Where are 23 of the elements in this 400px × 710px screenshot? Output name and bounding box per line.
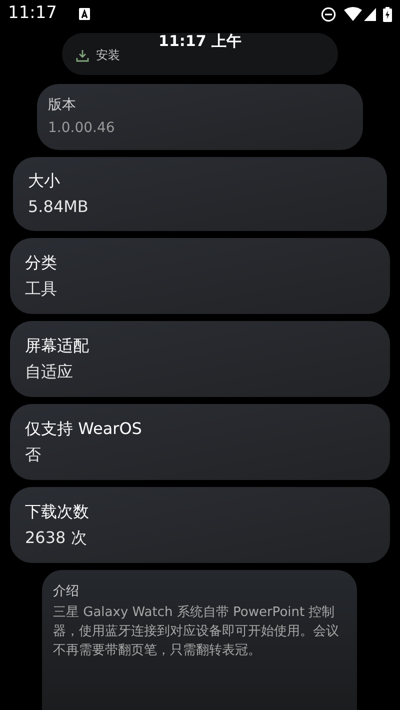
install-button[interactable]: 安装: [76, 46, 120, 64]
signal-icon: [364, 8, 376, 20]
do-not-disturb-icon: [321, 6, 336, 22]
watch-time: 11:17 上午: [158, 31, 242, 52]
download-icon: [76, 48, 89, 62]
info-label: 大小: [28, 170, 61, 192]
battery-icon: [383, 6, 392, 22]
info-value: 1.0.00.46: [48, 119, 116, 138]
notification-icon: [79, 8, 90, 20]
description-label: 介绍: [53, 583, 80, 601]
info-label: 下载次数: [25, 501, 90, 523]
info-label: 屏幕适配: [25, 335, 90, 357]
status-time: 11:17: [8, 2, 57, 26]
description-text: 三星 Galaxy Watch 系统自带 PowerPoint 控制器，使用蓝牙连接到对应设备即可开始使用。会议不再需要带翻页笔，只需翻转表冠。: [53, 604, 340, 660]
info-value: 否: [25, 444, 42, 466]
wifi-icon: [344, 7, 362, 21]
info-label: 仅支持 WearOS: [25, 418, 143, 440]
info-value: 2638 次: [25, 527, 88, 549]
info-label: 分类: [25, 252, 58, 274]
info-label: 版本: [48, 96, 77, 115]
info-value: 5.84MB: [28, 196, 90, 218]
info-value: 自适应: [25, 361, 74, 383]
info-value: 工具: [25, 278, 58, 300]
